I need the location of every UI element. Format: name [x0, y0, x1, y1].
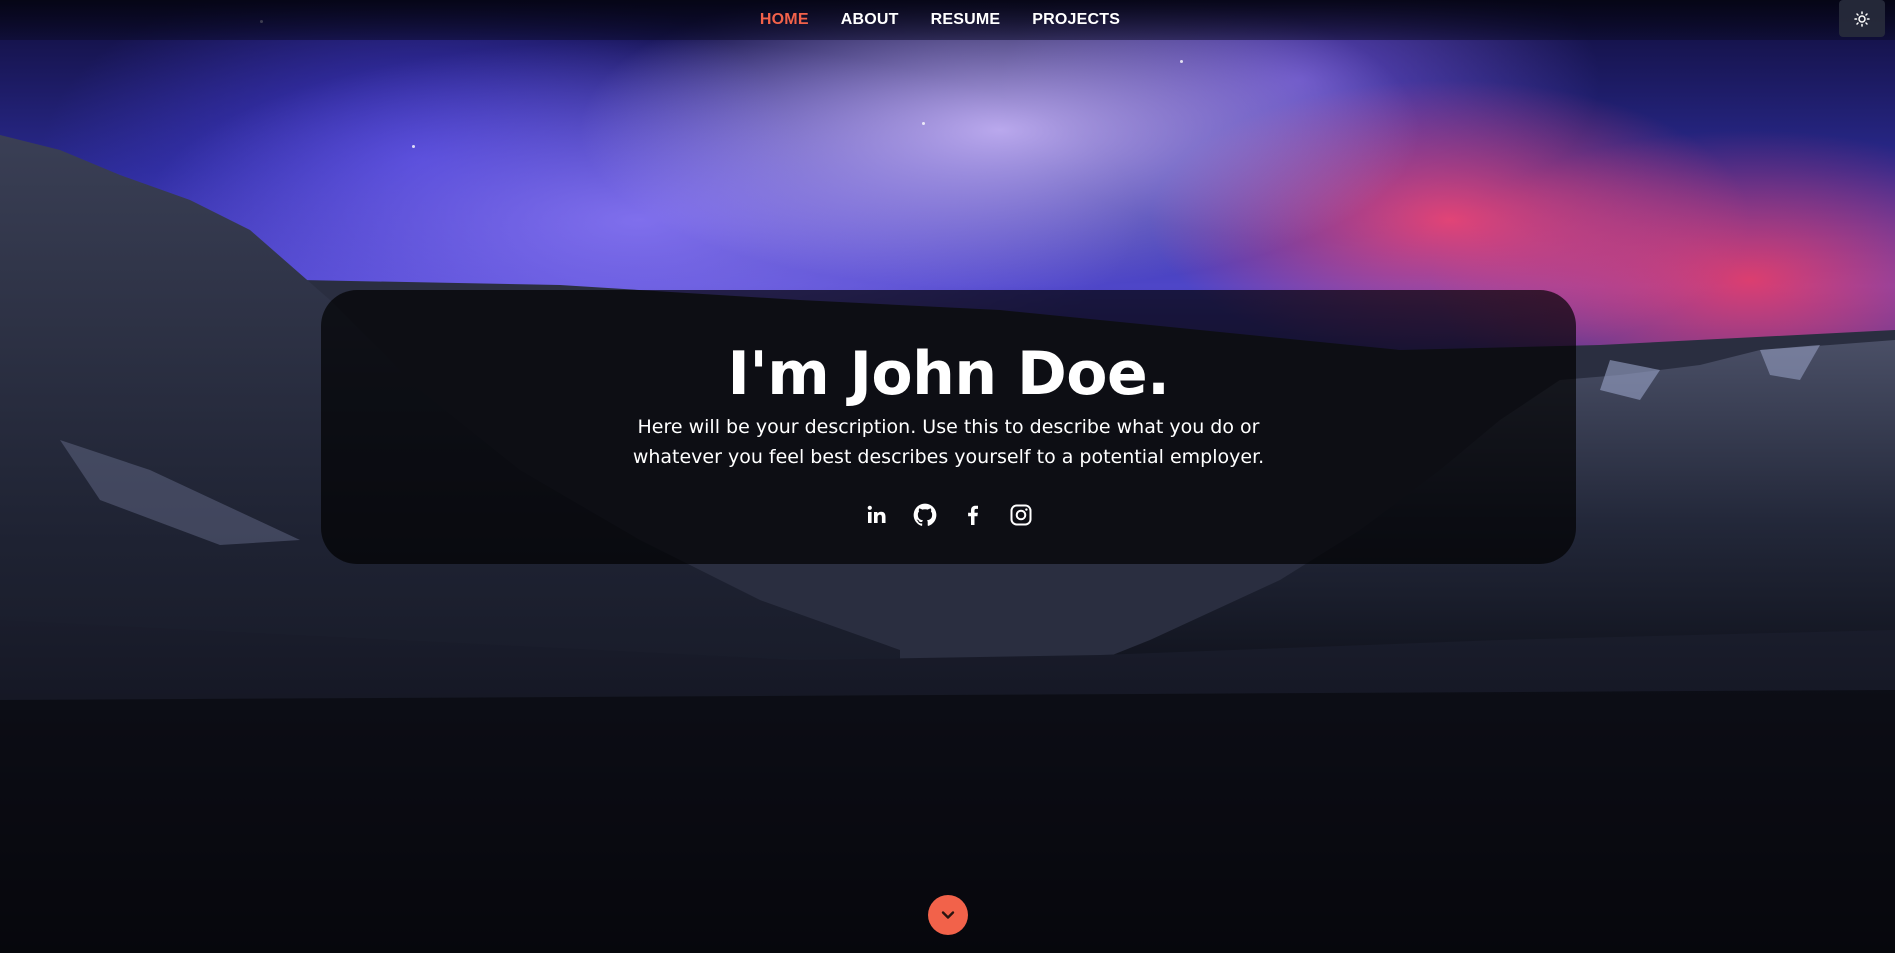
instagram-link[interactable]: [1007, 501, 1035, 529]
linkedin-icon: [867, 505, 885, 523]
nav-about-link[interactable]: ABOUT: [841, 11, 899, 29]
linkedin-link[interactable]: [863, 501, 891, 529]
theme-toggle-button[interactable]: [1839, 0, 1885, 37]
nav-home-link[interactable]: HOME: [760, 11, 809, 29]
top-navbar: HOME ABOUT RESUME PROJECTS: [0, 0, 1895, 40]
hero-title: I'm John Doe.: [727, 339, 1170, 409]
sun-icon: [1854, 10, 1870, 27]
chevron-down-icon: [941, 911, 955, 919]
portfolio-page: HOME ABOUT RESUME PROJECTS I'm John Doe.…: [0, 0, 1895, 953]
nav-projects-link[interactable]: PROJECTS: [1032, 11, 1120, 29]
github-link[interactable]: [911, 501, 939, 529]
facebook-icon: [967, 505, 978, 525]
hero-description: Here will be your description. Use this …: [632, 416, 1265, 468]
nav-resume-link[interactable]: RESUME: [931, 11, 1001, 29]
facebook-link[interactable]: [959, 501, 987, 529]
nav-links: HOME ABOUT RESUME PROJECTS: [760, 11, 1120, 29]
hero-card: I'm John Doe. Here will be your descript…: [321, 290, 1576, 564]
github-icon: [913, 503, 936, 526]
social-links: [863, 501, 1035, 529]
instagram-icon: [1010, 504, 1031, 526]
scroll-down-button[interactable]: [928, 895, 968, 935]
